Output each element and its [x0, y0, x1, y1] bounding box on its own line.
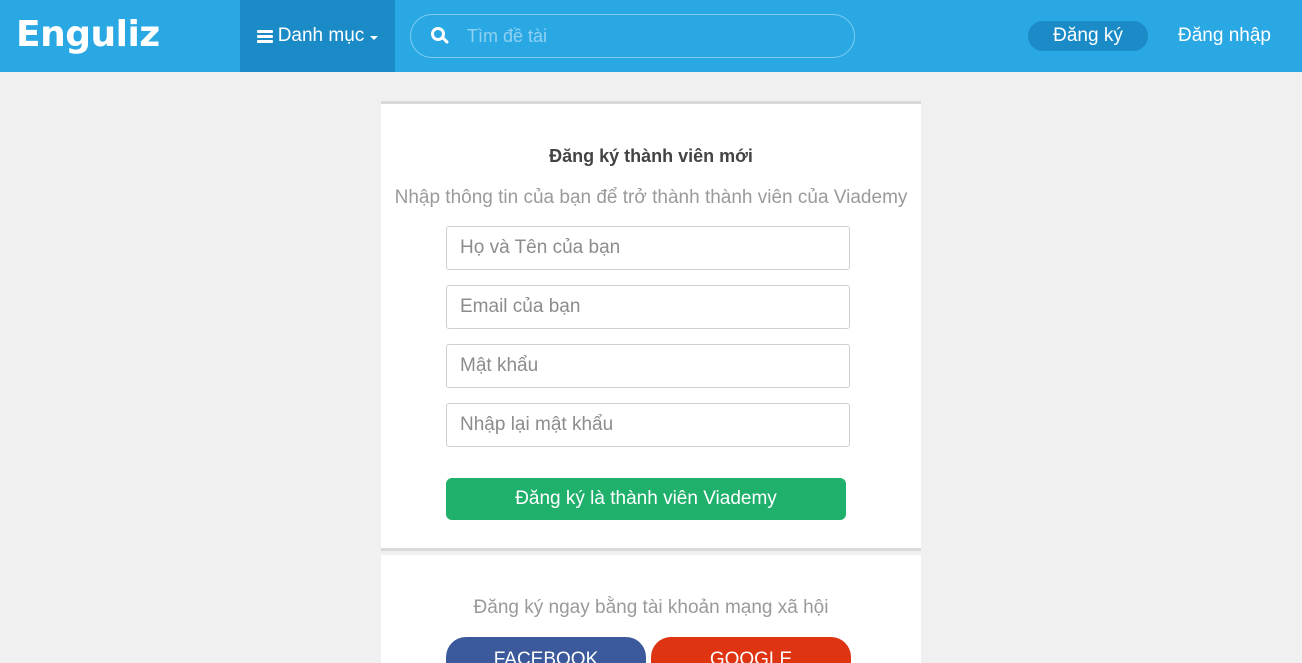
- password-field[interactable]: [446, 344, 850, 388]
- category-menu-label: Danh mục: [277, 25, 365, 46]
- caret-down-icon: [370, 35, 379, 40]
- category-menu-button[interactable]: Danh mục: [240, 0, 395, 72]
- search-input[interactable]: [467, 25, 827, 47]
- login-link[interactable]: Đăng nhập: [1178, 21, 1271, 51]
- password-confirm-field[interactable]: [446, 403, 850, 447]
- facebook-signup-button[interactable]: FACEBOOK: [446, 637, 646, 663]
- search-icon[interactable]: [431, 27, 450, 45]
- top-navbar: Enguliz Danh mục Đăng ký Đăng nhập: [0, 0, 1302, 72]
- signup-card: Đăng ký thành viên mới Nhập thông tin củ…: [381, 101, 921, 551]
- search-box: [410, 14, 855, 58]
- social-signup-prompt: Đăng ký ngay bằng tài khoản mạng xã hội: [473, 597, 829, 618]
- register-button[interactable]: Đăng ký: [1028, 21, 1148, 51]
- fullname-field[interactable]: [446, 226, 850, 270]
- signup-title: Đăng ký thành viên mới: [549, 146, 753, 166]
- social-signup-card: Đăng ký ngay bằng tài khoản mạng xã hội …: [381, 555, 921, 663]
- hamburger-icon: [256, 29, 273, 43]
- signup-subtitle: Nhập thông tin của bạn để trở thành thàn…: [394, 187, 908, 208]
- signup-submit-button[interactable]: Đăng ký là thành viên Viademy: [446, 478, 846, 520]
- google-signup-button[interactable]: GOOGLE: [651, 637, 851, 663]
- site-logo[interactable]: Enguliz: [16, 13, 160, 57]
- email-field[interactable]: [446, 285, 850, 329]
